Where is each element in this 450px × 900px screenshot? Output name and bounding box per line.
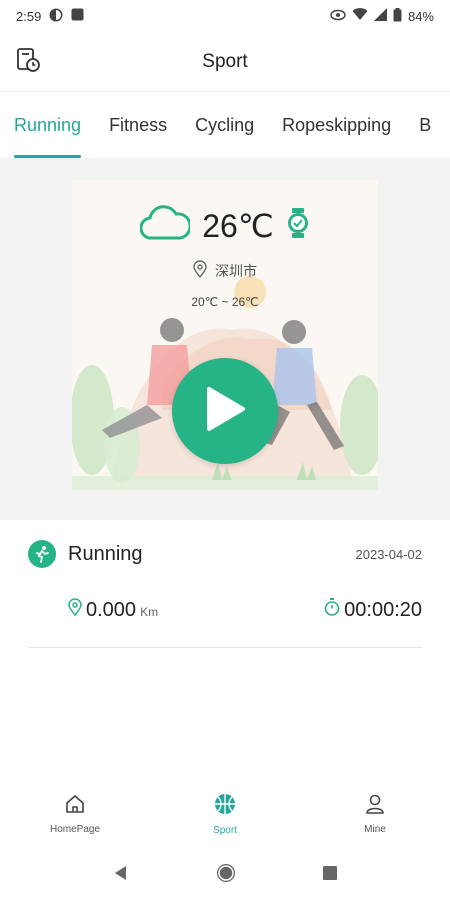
nav-sport[interactable]: Sport (150, 778, 300, 850)
battery-icon (393, 7, 402, 25)
weather-card: 26℃ 深圳市 20℃ ~ 26℃ (72, 180, 378, 490)
person-icon (364, 793, 386, 818)
stopwatch-icon (324, 598, 340, 622)
duration-value: 00:00:20 (344, 598, 422, 621)
bottom-navigation: HomePage Sport Mine (0, 778, 450, 850)
runner-icon (28, 540, 56, 568)
basketball-icon (213, 792, 237, 819)
city-name: 深圳市 (215, 262, 257, 279)
duration-stat: 00:00:20 (324, 598, 422, 622)
history-button[interactable] (14, 47, 42, 78)
nav-homepage[interactable]: HomePage (0, 778, 150, 850)
eye-icon (330, 9, 346, 24)
home-circle-icon[interactable] (215, 862, 237, 889)
play-icon (203, 385, 247, 438)
watch-check-icon[interactable] (286, 208, 310, 243)
record-date: 2023-04-02 (355, 546, 423, 562)
record-title: Running (68, 542, 143, 565)
tab-cycling[interactable]: Cycling (181, 92, 268, 158)
location-pin-icon (193, 260, 207, 281)
temperature: 26℃ (202, 207, 274, 244)
history-clock-icon (15, 47, 41, 78)
app-notification-icon (49, 8, 63, 25)
tab-ropeskipping[interactable]: Ropeskipping (268, 92, 405, 158)
sport-type-tabs: Running Fitness Cycling Ropeskipping B (0, 92, 450, 158)
square-notification-icon (71, 8, 84, 24)
signal-icon (373, 8, 387, 24)
hero-area: 26℃ 深圳市 20℃ ~ 26℃ (0, 158, 450, 520)
nav-mine[interactable]: Mine (300, 778, 450, 850)
start-run-button[interactable] (172, 358, 278, 464)
back-icon[interactable] (112, 864, 130, 887)
nav-mine-label: Mine (364, 824, 386, 835)
status-time: 2:59 (16, 8, 42, 24)
nav-sport-label: Sport (213, 825, 237, 836)
cloud-icon (139, 204, 192, 247)
last-record-item[interactable]: Running 2023-04-02 0.000 Km 00:00:20 (28, 520, 422, 648)
tab-running[interactable]: Running (0, 92, 95, 158)
system-navigation-bar (0, 850, 450, 900)
nav-homepage-label: HomePage (49, 824, 101, 835)
temperature-range: 20℃ ~ 26℃ (191, 295, 259, 309)
tab-fitness[interactable]: Fitness (95, 92, 181, 158)
tab-partial[interactable]: B (405, 92, 445, 158)
weather-row: 26℃ (72, 204, 378, 247)
city-row: 深圳市 (72, 260, 378, 281)
distance-stat: 0.000 Km (68, 598, 158, 622)
home-icon (64, 793, 86, 818)
wifi-icon (352, 8, 368, 24)
recents-icon[interactable] (322, 865, 338, 886)
distance-unit: Km (140, 605, 159, 619)
distance-value: 0.000 (86, 599, 137, 621)
distance-pin-icon (68, 598, 82, 621)
battery-percentage: 84% (407, 8, 434, 24)
app-header: Sport (0, 32, 450, 92)
status-bar: 2:59 84% (0, 0, 450, 32)
page-title: Sport (202, 50, 248, 72)
